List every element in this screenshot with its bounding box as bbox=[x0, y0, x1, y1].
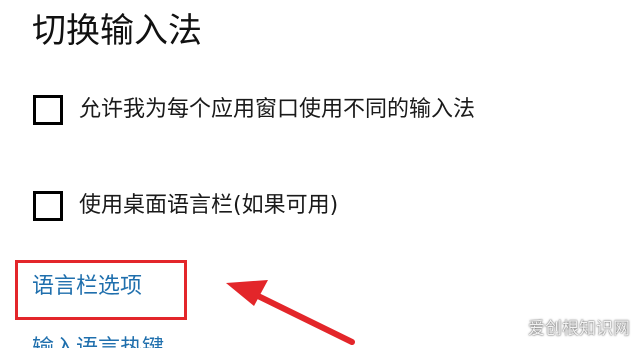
arrow-shaft bbox=[249, 290, 355, 345]
section-title: 切换输入法 bbox=[32, 11, 202, 51]
settings-page: 切换输入法 允许我为每个应用窗口使用不同的输入法 使用桌面语言栏(如果可用) 语… bbox=[0, 0, 640, 348]
per-app-input-method-checkbox[interactable] bbox=[33, 95, 63, 125]
input-language-hotkeys-link[interactable]: 输入语言热键 bbox=[32, 333, 164, 348]
per-app-input-method-label: 允许我为每个应用窗口使用不同的输入法 bbox=[79, 97, 476, 122]
watermark: 爱创根知识网 bbox=[528, 319, 630, 339]
arrow-head bbox=[226, 280, 268, 306]
desktop-language-bar-label: 使用桌面语言栏(如果可用) bbox=[79, 193, 339, 218]
per-app-input-method-option[interactable]: 允许我为每个应用窗口使用不同的输入法 bbox=[33, 90, 475, 130]
language-bar-options-link[interactable]: 语言栏选项 bbox=[32, 271, 142, 303]
desktop-language-bar-checkbox[interactable] bbox=[33, 191, 63, 221]
desktop-language-bar-option[interactable]: 使用桌面语言栏(如果可用) bbox=[33, 186, 338, 226]
